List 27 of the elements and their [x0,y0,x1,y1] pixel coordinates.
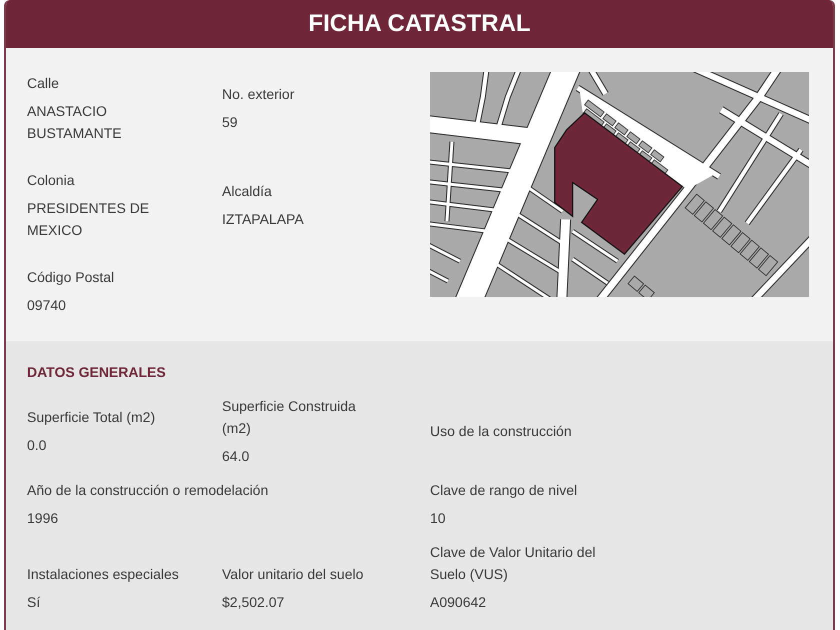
field-value: PRESIDENTES DE MEXICO [27,199,150,240]
field-value: 10 [430,509,446,528]
field-label: Calle [27,74,59,93]
field-value: 64.0 [222,447,250,466]
field-label: Año de la construcción o remodelación [27,481,268,500]
field-value: $2,502.07 [222,593,284,612]
section-title: DATOS GENERALES [27,363,166,382]
field-value: 1996 [27,509,58,528]
field-label: Valor unitario del suelo [222,565,364,584]
field-value: Sí [27,593,40,612]
page-title: FICHA CATASTRAL [308,10,531,38]
field-label: Clave de Valor Unitario del Suelo (VUS) [430,543,596,584]
field-label: Colonia [27,171,74,190]
field-value: IZTAPALAPA [222,210,304,229]
field-value: 59 [222,113,238,132]
field-label: Superficie Total (m2) [27,408,156,427]
field-label: Código Postal [27,268,114,287]
field-value: ANASTACIO BUSTAMANTE [27,102,123,143]
field-value: 0.0 [27,436,46,455]
field-label: Alcaldía [222,182,272,201]
field-label: Uso de la construcción [430,422,572,441]
field-value: 09740 [27,296,66,315]
field-label: No. exterior [222,85,294,104]
field-value: A090642 [430,593,486,612]
field-label: Instalaciones especiales [27,565,179,584]
field-label: Clave de rango de nivel [430,481,578,500]
field-label: Superficie Construida (m2) [222,397,357,438]
